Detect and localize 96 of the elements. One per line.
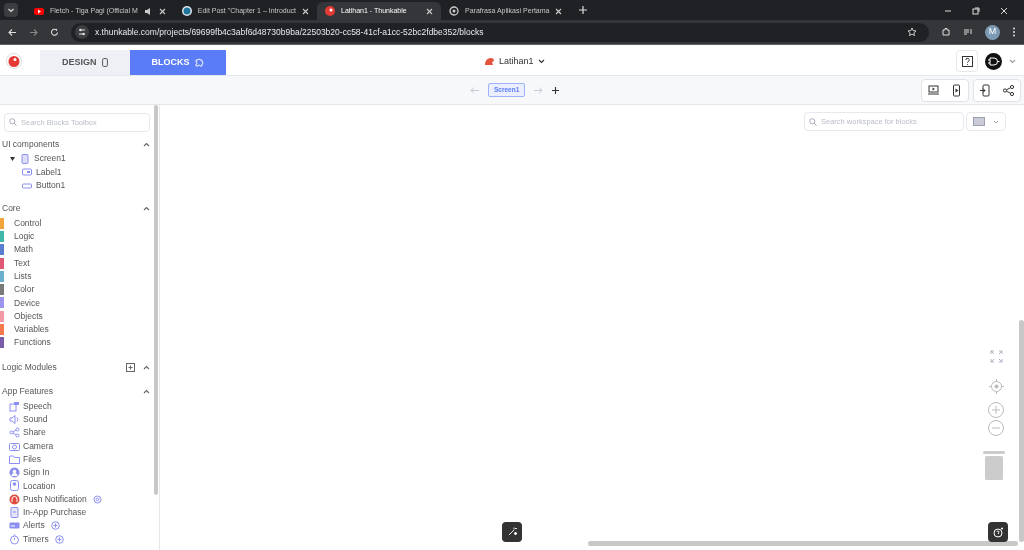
- caret-down-icon[interactable]: [10, 156, 16, 161]
- chevron-up-icon[interactable]: [143, 364, 150, 370]
- close-icon[interactable]: [1000, 7, 1008, 15]
- phone-icon: [20, 153, 30, 164]
- star-icon[interactable]: [907, 27, 917, 37]
- section-title: Core: [2, 202, 22, 215]
- category-item[interactable]: Lists: [0, 269, 159, 283]
- mode-tab[interactable]: BLOCKS: [129, 50, 226, 75]
- preview-laptop-icon[interactable]: [927, 83, 940, 97]
- search-icon: [809, 118, 817, 126]
- stopwatch-icon: [9, 533, 20, 545]
- label-icon: [22, 167, 32, 178]
- section-title: UI components: [2, 137, 61, 151]
- video-play-icon: [34, 6, 44, 16]
- category-item[interactable]: Objects: [0, 309, 159, 323]
- project-selector[interactable]: Latihan1: [484, 55, 545, 69]
- feature-item[interactable]: Share: [0, 426, 159, 440]
- wordpress-logo-icon: [181, 6, 192, 16]
- category-item[interactable]: Device: [0, 296, 159, 310]
- camera-icon: [9, 440, 20, 452]
- mode-tab[interactable]: DESIGN: [40, 50, 130, 75]
- button-shape-icon: [22, 180, 32, 191]
- add-circle-icon[interactable]: [50, 521, 60, 531]
- share-icon: [9, 427, 20, 439]
- download-to-phone-icon[interactable]: [979, 83, 992, 97]
- add-icon[interactable]: [551, 85, 561, 95]
- scrollbar-thumb[interactable]: [588, 541, 1018, 546]
- minimize-icon[interactable]: [944, 7, 952, 15]
- chevron-up-icon[interactable]: [143, 141, 150, 147]
- feature-item[interactable]: Alerts: [0, 519, 159, 533]
- feature-item[interactable]: Location: [0, 479, 159, 493]
- phone-icon: [101, 58, 108, 67]
- preview-phone-icon[interactable]: [950, 83, 963, 97]
- section-title: App Features: [2, 385, 55, 398]
- site-settings-icon: [75, 25, 89, 39]
- feature-item[interactable]: Speech: [0, 399, 159, 413]
- category-item[interactable]: Logic: [0, 229, 159, 244]
- chevron-down-icon: [537, 59, 545, 65]
- add-square-icon[interactable]: [126, 362, 135, 372]
- reload-icon[interactable]: [50, 27, 59, 37]
- section-title: Logic Modules: [2, 361, 58, 374]
- category-item[interactable]: Text: [0, 256, 159, 270]
- close-icon[interactable]: [158, 7, 166, 15]
- close-icon[interactable]: [302, 7, 309, 15]
- help-icon: [961, 55, 973, 67]
- component-item[interactable]: Screen1: [0, 152, 159, 166]
- forward-icon[interactable]: [29, 27, 38, 37]
- chevron-down-icon: [993, 119, 999, 124]
- card-icon: [9, 520, 20, 532]
- component-item[interactable]: Button1: [0, 179, 159, 193]
- category-item[interactable]: Math: [0, 243, 159, 257]
- search-icon: [9, 118, 17, 126]
- feature-item[interactable]: Files: [0, 452, 159, 466]
- category-item[interactable]: Functions: [0, 336, 159, 350]
- component-item[interactable]: Label1: [0, 165, 159, 179]
- add-circle-icon[interactable]: [54, 534, 64, 544]
- scrollbar-thumb[interactable]: [154, 105, 158, 495]
- folder-icon: [9, 453, 20, 465]
- speech-bubble-icon: [9, 400, 20, 412]
- view-dropdown[interactable]: [966, 112, 1006, 131]
- media-queue-icon[interactable]: [963, 27, 973, 37]
- category-item[interactable]: Variables: [0, 322, 159, 337]
- close-icon[interactable]: [426, 7, 433, 15]
- address-bar[interactable]: x.thunkable.com/projects/69699fb4c3abf6d48730b9ba/22503b20-cc58-41cf-a1cc-52bc2fdbe352/blocks: [71, 22, 929, 42]
- chevron-up-icon[interactable]: [143, 388, 150, 394]
- feature-item[interactable]: Camera: [0, 439, 159, 453]
- gear-logo-icon: [449, 6, 459, 16]
- speaker-icon: [9, 413, 20, 425]
- feature-item[interactable]: Sign In: [0, 465, 159, 480]
- feature-item[interactable]: Sound: [0, 412, 159, 427]
- phone-icon: [9, 507, 20, 518]
- help-button[interactable]: [988, 522, 1008, 542]
- chevron-down-icon[interactable]: [1009, 58, 1016, 64]
- tab-search-icon[interactable]: [4, 3, 18, 17]
- feature-item[interactable]: Timers: [0, 532, 159, 546]
- category-item[interactable]: Color: [0, 283, 159, 297]
- new-tab-icon[interactable]: [578, 5, 589, 15]
- magic-button[interactable]: [502, 522, 522, 542]
- puzzle-icon: [194, 58, 204, 67]
- user-avatar-icon[interactable]: [985, 52, 1002, 70]
- restore-icon[interactable]: [972, 7, 980, 15]
- help-button[interactable]: [956, 50, 978, 72]
- bell-icon: [9, 493, 20, 505]
- user-circle-icon: [9, 467, 20, 479]
- feature-item[interactable]: In-App Purchase: [0, 505, 159, 520]
- monitor-icon: [973, 117, 985, 126]
- share-icon[interactable]: [1002, 83, 1015, 97]
- close-icon[interactable]: [555, 7, 563, 15]
- more-options-icon[interactable]: [1012, 27, 1016, 37]
- feature-item[interactable]: Push Notification: [0, 492, 159, 506]
- magic-wand-icon: [507, 527, 517, 537]
- scrollbar-thumb[interactable]: [1019, 320, 1024, 542]
- chevron-up-icon[interactable]: [143, 206, 150, 211]
- category-item[interactable]: Control: [0, 216, 159, 230]
- back-icon[interactable]: [8, 27, 17, 37]
- help-icon: [992, 526, 1004, 538]
